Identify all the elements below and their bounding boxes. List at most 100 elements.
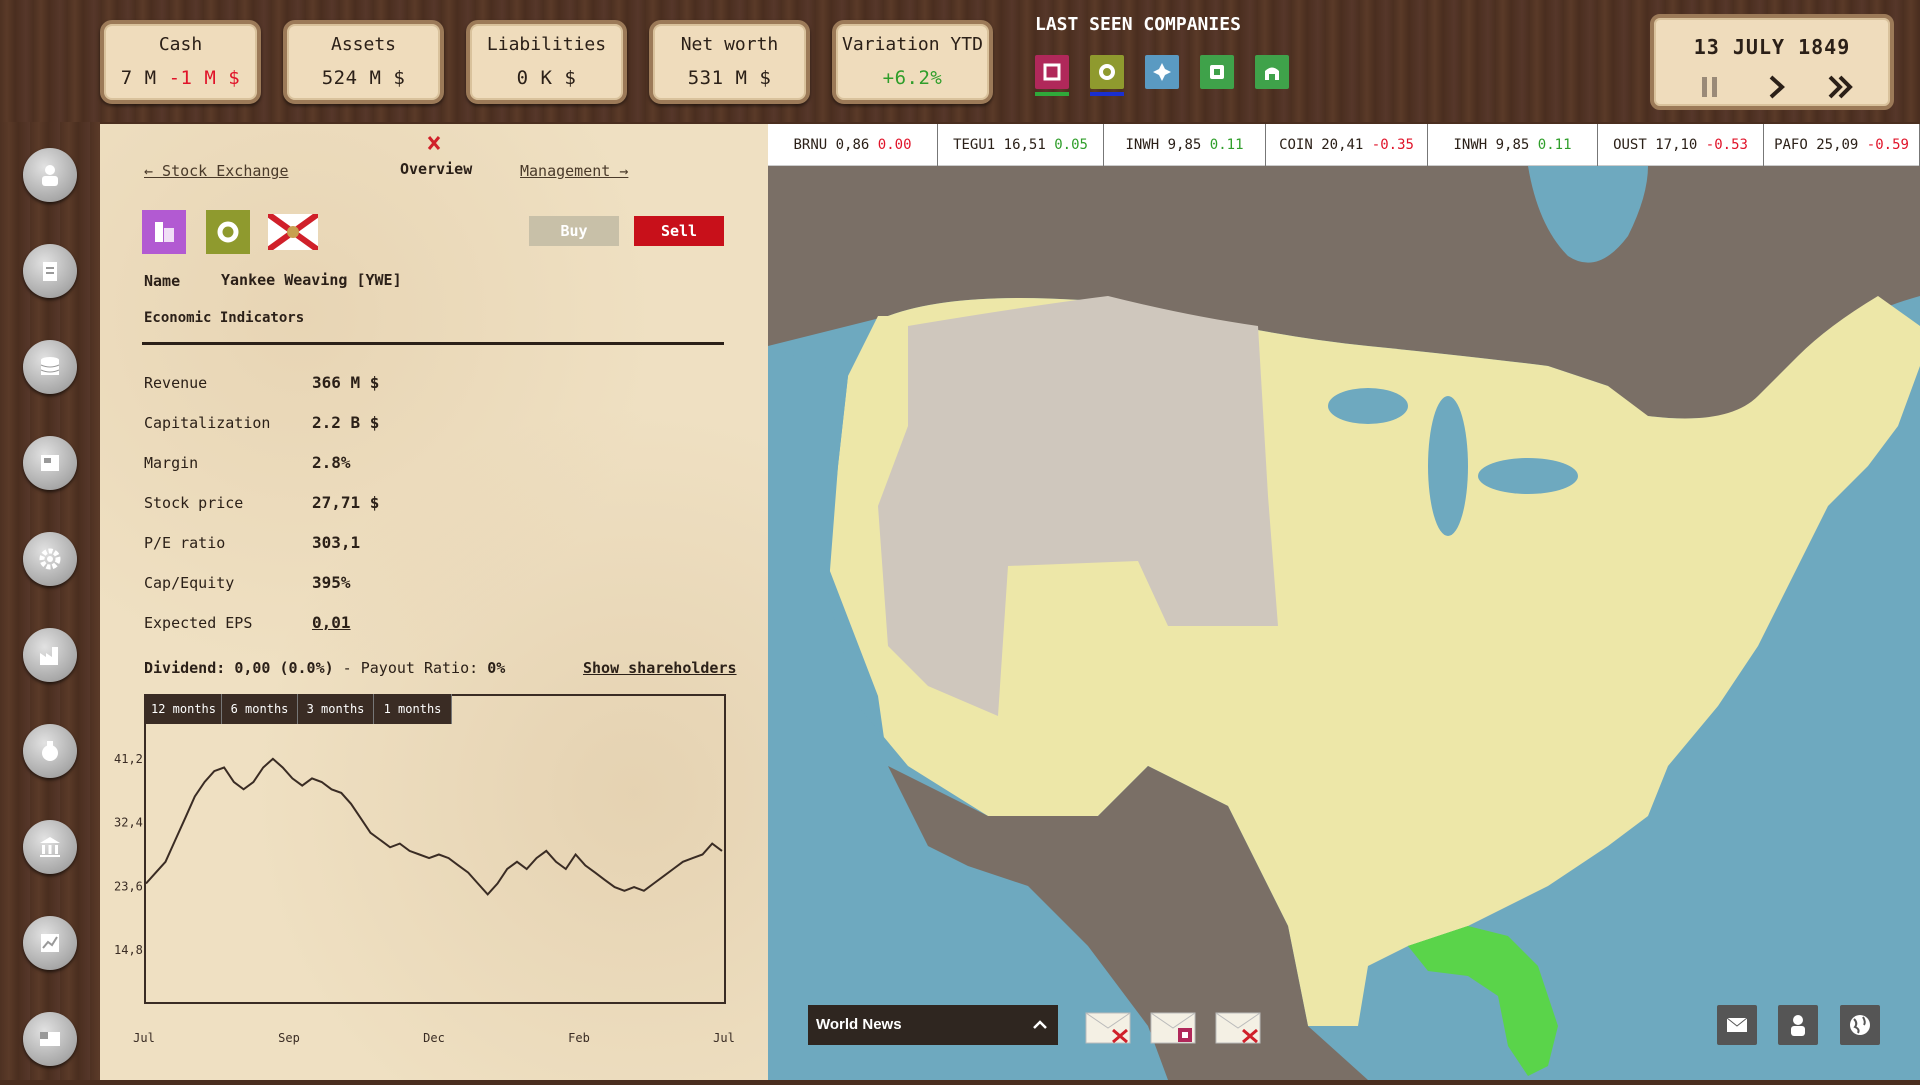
bank-icon bbox=[40, 837, 60, 857]
date-control: 13 JULY 1849 bbox=[1650, 14, 1894, 110]
mail-button[interactable] bbox=[1717, 1005, 1757, 1045]
stock-price-label: Stock price bbox=[144, 494, 244, 512]
top-bar: Cash 7 M -1 M $ Assets 524 M $ Liabiliti… bbox=[0, 0, 1920, 122]
stock-exchange-link[interactable]: ← Stock Exchange bbox=[144, 162, 289, 180]
mail-company-icon[interactable] bbox=[1150, 1012, 1196, 1044]
show-shareholders-link[interactable]: Show shareholders bbox=[583, 659, 737, 677]
y-tick-label: 14,8 bbox=[114, 943, 143, 957]
clipboard-icon bbox=[43, 262, 57, 281]
ticker-item-inwh[interactable]: INWH 9,85 0.11 bbox=[1428, 124, 1598, 166]
pause-icon[interactable] bbox=[1694, 74, 1724, 100]
cash-label: Cash bbox=[158, 34, 203, 55]
last-seen-company-3[interactable] bbox=[1145, 55, 1179, 89]
ticker-item-oust[interactable]: OUST 17,10 -0.53 bbox=[1598, 124, 1764, 166]
last-seen-company-5[interactable] bbox=[1255, 55, 1289, 89]
globe-button[interactable] bbox=[1840, 1005, 1880, 1045]
tab-6-months[interactable]: 6 months bbox=[222, 694, 298, 724]
management-link[interactable]: Management → bbox=[520, 162, 628, 180]
ticker-item-inwh[interactable]: INWH 9,85 0.11 bbox=[1104, 124, 1266, 166]
sidebar-factory-button[interactable] bbox=[23, 628, 77, 682]
play-icon[interactable] bbox=[1762, 74, 1792, 100]
state-flag-icon bbox=[268, 214, 318, 250]
tab-1-months[interactable]: 1 months bbox=[374, 694, 452, 724]
pe-ratio-value: 303,1 bbox=[312, 533, 361, 552]
assets-stat: Assets 524 M $ bbox=[283, 20, 444, 104]
current-date: 13 JULY 1849 bbox=[1693, 35, 1851, 59]
newspaper-icon bbox=[41, 455, 59, 471]
sidebar-news-button[interactable] bbox=[23, 436, 77, 490]
ticker-item-pafo[interactable]: PAFO 25,09 -0.59 bbox=[1764, 124, 1920, 166]
circle-icon bbox=[1099, 64, 1115, 80]
sidebar-database-button[interactable] bbox=[23, 340, 77, 394]
x-tick-label: Feb bbox=[568, 1031, 590, 1045]
company-logo-icon bbox=[142, 210, 186, 254]
cash-delta: -1 M $ bbox=[168, 67, 241, 89]
money-bag-icon bbox=[42, 741, 58, 761]
ticker-item-tegu1[interactable]: TEGU1 16,51 0.05 bbox=[938, 124, 1104, 166]
liabilities-stat: Liabilities 0 K $ bbox=[466, 20, 627, 104]
sell-button[interactable]: Sell bbox=[634, 216, 724, 246]
stock-price-value: 27,71 $ bbox=[312, 493, 380, 512]
last-seen-company-2[interactable] bbox=[1090, 55, 1124, 96]
ticker-item-brnu[interactable]: BRNU 0,86 0.00 bbox=[768, 124, 938, 166]
expected-eps-label: Expected EPS bbox=[144, 614, 253, 632]
buy-button[interactable]: Buy bbox=[529, 216, 619, 246]
ticker-item-coin[interactable]: COIN 20,41 -0.35 bbox=[1266, 124, 1428, 166]
y-tick-label: 32,4 bbox=[114, 816, 143, 830]
dividend-value: 0,00 (0.0%) bbox=[234, 659, 334, 677]
tab-12-months[interactable]: 12 months bbox=[146, 694, 222, 724]
assets-label: Assets bbox=[330, 34, 397, 55]
mail-flag-icon-2[interactable] bbox=[1215, 1012, 1261, 1044]
margin-label: Margin bbox=[144, 454, 199, 472]
x-tick-label: Jul bbox=[713, 1031, 735, 1045]
sidebar-flag-button[interactable] bbox=[23, 1012, 77, 1066]
sidebar-bank-button[interactable] bbox=[23, 820, 77, 874]
advisor-button[interactable] bbox=[1778, 1005, 1818, 1045]
revenue-label: Revenue bbox=[144, 374, 208, 392]
net-worth-label: Net worth bbox=[680, 34, 779, 55]
assets-value: 524 M $ bbox=[321, 67, 406, 89]
capitalization-value: 2.2 B $ bbox=[312, 413, 380, 432]
dividend-line: Dividend: 0,00 (0.0%) - Payout Ratio: 0% bbox=[144, 659, 506, 677]
sidebar-documents-button[interactable] bbox=[23, 244, 77, 298]
price-line bbox=[145, 757, 723, 896]
world-map[interactable] bbox=[768, 166, 1920, 1080]
mail-flag-icon[interactable] bbox=[1085, 1012, 1131, 1044]
last-seen-title: LAST SEEN COMPANIES bbox=[1035, 14, 1241, 35]
database-icon bbox=[40, 357, 60, 375]
expected-eps-value[interactable]: 0,01 bbox=[312, 613, 351, 632]
name-label: Name bbox=[144, 272, 181, 290]
chevron-up-icon[interactable] bbox=[1032, 1017, 1048, 1033]
cash-value: 7 M bbox=[120, 67, 157, 89]
chart-icon bbox=[41, 934, 59, 952]
divider bbox=[142, 342, 724, 345]
tab-3-months[interactable]: 3 months bbox=[298, 694, 374, 724]
person-icon bbox=[1791, 1015, 1805, 1036]
net-worth-value: 531 M $ bbox=[687, 67, 772, 89]
person-icon bbox=[42, 165, 58, 186]
fast-forward-icon[interactable] bbox=[1826, 74, 1856, 100]
world-news-label: World News bbox=[816, 1016, 902, 1033]
sidebar-finance-button[interactable] bbox=[23, 724, 77, 778]
cross-icon bbox=[1153, 63, 1171, 81]
sidebar bbox=[0, 122, 100, 1080]
company-name: Yankee Weaving [YWE] bbox=[221, 271, 402, 289]
revenue-value: 366 M $ bbox=[312, 373, 380, 392]
payout-value: 0% bbox=[487, 659, 506, 677]
last-seen-company-4[interactable] bbox=[1200, 55, 1234, 89]
net-worth-stat: Net worth 531 M $ bbox=[649, 20, 810, 104]
world-news-bar[interactable]: World News bbox=[808, 1005, 1058, 1045]
margin-value: 2.8% bbox=[312, 453, 351, 472]
sidebar-profile-button[interactable] bbox=[23, 148, 77, 202]
y-tick-label: 41,2 bbox=[114, 752, 143, 766]
cap-equity-label: Cap/Equity bbox=[144, 574, 235, 592]
overview-tab[interactable]: Overview bbox=[400, 160, 472, 178]
sidebar-chart-button[interactable] bbox=[23, 916, 77, 970]
last-seen-company-1[interactable] bbox=[1035, 55, 1069, 96]
flag-icon bbox=[40, 1032, 60, 1046]
liabilities-value: 0 K $ bbox=[516, 67, 577, 89]
y-tick-label: 23,6 bbox=[114, 879, 143, 893]
sidebar-settings-button[interactable] bbox=[23, 532, 77, 586]
cross-marker-icon bbox=[427, 136, 441, 150]
price-chart: 41,2 32,4 23,6 14,8 Jul Sep Dec Feb Jul bbox=[114, 752, 735, 1045]
